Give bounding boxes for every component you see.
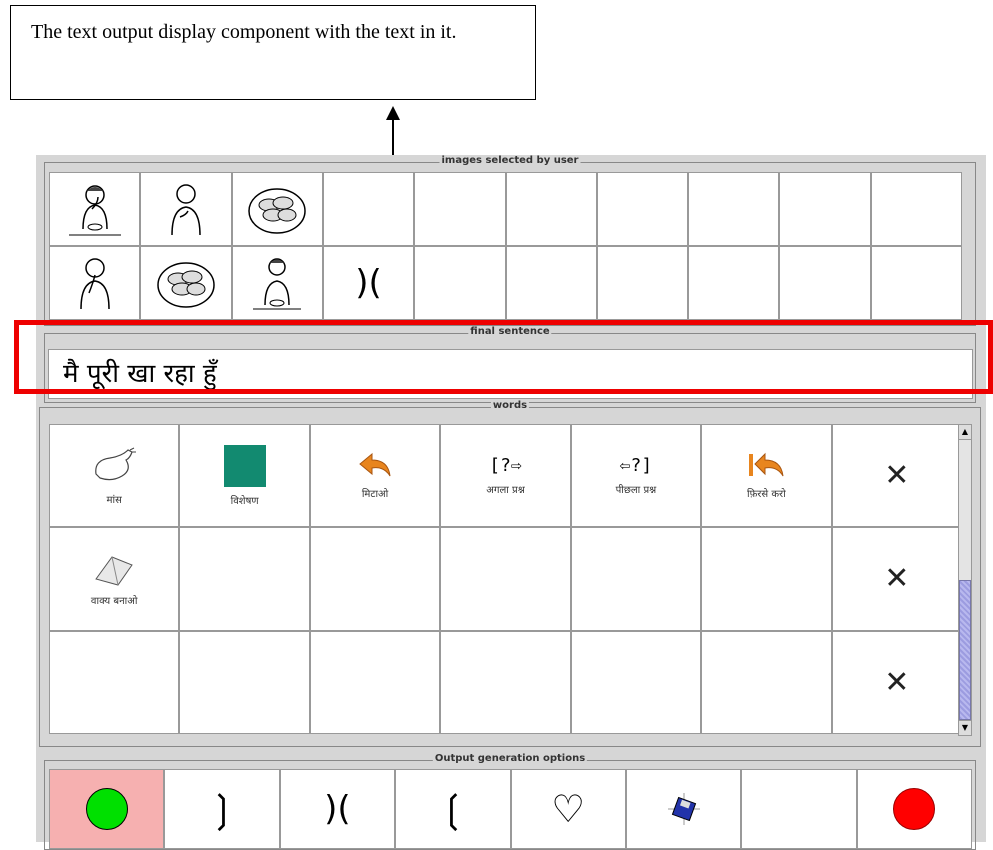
image-cell-puri-plate[interactable] <box>140 246 232 320</box>
scroll-up-button[interactable]: ▲ <box>959 425 971 440</box>
image-cell-empty[interactable] <box>688 172 780 246</box>
right-bracket-icon: ❳ <box>206 787 238 831</box>
image-cell-empty[interactable] <box>414 172 506 246</box>
callout-box: The text output display component with t… <box>10 5 536 100</box>
words-panel-legend: words <box>490 400 530 411</box>
word-label: पीछला प्रश्न <box>615 485 657 497</box>
word-cell-empty[interactable] <box>309 630 441 734</box>
word-cell-empty[interactable] <box>701 630 832 734</box>
image-cell-empty[interactable] <box>322 172 415 246</box>
left-bracket-icon: ❲ <box>436 787 469 831</box>
image-cell-empty[interactable] <box>870 246 962 320</box>
word-row-close-button[interactable]: ✕ <box>831 424 962 528</box>
previous-question-icon: ⇦?] <box>619 455 653 477</box>
word-cell-adjective[interactable]: विशेषण <box>179 424 310 528</box>
image-cell-empty[interactable] <box>779 246 871 320</box>
close-icon: ✕ <box>884 561 910 597</box>
images-panel-legend: images selected by user <box>439 155 581 166</box>
image-cell-empty[interactable] <box>414 246 506 320</box>
output-options-grid: ❳ )( ❲ ♡ <box>49 769 972 849</box>
word-cell-empty[interactable] <box>440 630 571 734</box>
output-option-continuous[interactable]: )( <box>279 769 396 849</box>
close-icon: ✕ <box>884 458 910 494</box>
word-cell-empty[interactable] <box>701 527 832 631</box>
image-cell-empty[interactable] <box>505 246 597 320</box>
word-label: वाक्य बनाओ <box>90 595 138 607</box>
callout-text: The text output display component with t… <box>31 21 457 43</box>
image-cell-boy-eating[interactable] <box>49 172 141 246</box>
image-cell-man-pointing[interactable] <box>140 172 232 246</box>
word-label: फ़िरसे करो <box>747 488 786 500</box>
book-icon <box>95 556 133 586</box>
word-cell-empty[interactable] <box>179 527 310 631</box>
word-row-close-button[interactable]: ✕ <box>831 527 962 631</box>
next-question-icon: [?⇨ <box>489 455 522 477</box>
output-option-feeling[interactable]: ♡ <box>510 769 626 849</box>
word-cell-previous-question[interactable]: ⇦?] पीछला प्रश्न <box>570 424 702 528</box>
image-cell-empty[interactable] <box>779 172 871 246</box>
output-option-save[interactable] <box>625 769 742 849</box>
word-cell-next-question[interactable]: [?⇨ अगला प्रश्न <box>440 424 571 528</box>
word-cell-restart[interactable]: फ़िरसे करो <box>701 424 832 528</box>
close-icon: ✕ <box>884 664 910 700</box>
output-option-empty[interactable] <box>741 769 857 849</box>
word-label: मिटाओ <box>361 488 389 500</box>
word-cell-empty[interactable] <box>570 527 702 631</box>
green-circle-icon <box>85 788 128 830</box>
child-eating-icon <box>253 258 302 310</box>
word-cell-make-sentence[interactable]: वाक्य बनाओ <box>49 527 180 631</box>
scroll-down-button[interactable]: ▼ <box>959 720 971 735</box>
word-cell-empty[interactable] <box>49 630 180 734</box>
red-circle-icon <box>893 788 936 830</box>
word-cell-empty[interactable] <box>440 527 571 631</box>
output-option-stop[interactable] <box>856 769 972 849</box>
output-option-past[interactable]: ❲ <box>395 769 511 849</box>
continuous-tense-icon: )( <box>355 263 382 303</box>
output-options-legend: Output generation options <box>432 753 588 764</box>
output-option-future[interactable]: ❳ <box>164 769 280 849</box>
image-cell-empty[interactable] <box>870 172 962 246</box>
restart-icon <box>749 452 784 476</box>
word-cell-empty[interactable] <box>309 527 441 631</box>
application-window: images selected by user )(final sentenc… <box>36 155 986 850</box>
puri-plate-icon <box>248 188 306 234</box>
man-eating-icon <box>79 258 110 310</box>
word-label: विशेषण <box>230 495 259 507</box>
image-cell-empty[interactable] <box>505 172 597 246</box>
heart-icon: ♡ <box>551 787 586 831</box>
word-label: मांस <box>106 494 122 506</box>
image-cell-empty[interactable] <box>596 246 689 320</box>
undo-arrow-icon <box>359 452 391 476</box>
green-square-icon <box>223 444 266 487</box>
word-row-close-button[interactable]: ✕ <box>831 630 962 734</box>
selected-images-grid: )( <box>49 172 962 320</box>
words-scrollbar[interactable]: ▲ ▼ <box>958 424 972 736</box>
words-grid: मांस विशेषण मिटाओ [?⇨ अगला प्रश्न ⇦?] पी… <box>49 424 962 734</box>
scrollbar-thumb[interactable] <box>959 580 971 720</box>
image-cell-continuous-symbol[interactable]: )( <box>322 246 415 320</box>
image-cell-puri-plate[interactable] <box>231 172 323 246</box>
boy-eating-icon <box>68 185 121 236</box>
word-cell-empty[interactable] <box>570 630 702 734</box>
man-pointing-self-icon <box>171 184 201 236</box>
word-cell-meat[interactable]: मांस <box>49 424 180 528</box>
word-cell-delete[interactable]: मिटाओ <box>309 424 441 528</box>
image-cell-empty[interactable] <box>688 246 780 320</box>
puri-plate-icon <box>157 262 215 308</box>
word-cell-empty[interactable] <box>179 630 310 734</box>
image-cell-empty[interactable] <box>596 172 689 246</box>
continuous-tense-icon: )( <box>324 789 351 829</box>
output-option-present[interactable] <box>49 769 165 849</box>
image-cell-child-eating[interactable] <box>231 246 323 320</box>
text-output-highlight-box <box>14 320 993 394</box>
meat-icon <box>95 447 137 480</box>
image-cell-man-eating[interactable] <box>49 246 141 320</box>
floppy-save-icon <box>667 793 700 825</box>
word-label: अगला प्रश्न <box>486 485 525 497</box>
